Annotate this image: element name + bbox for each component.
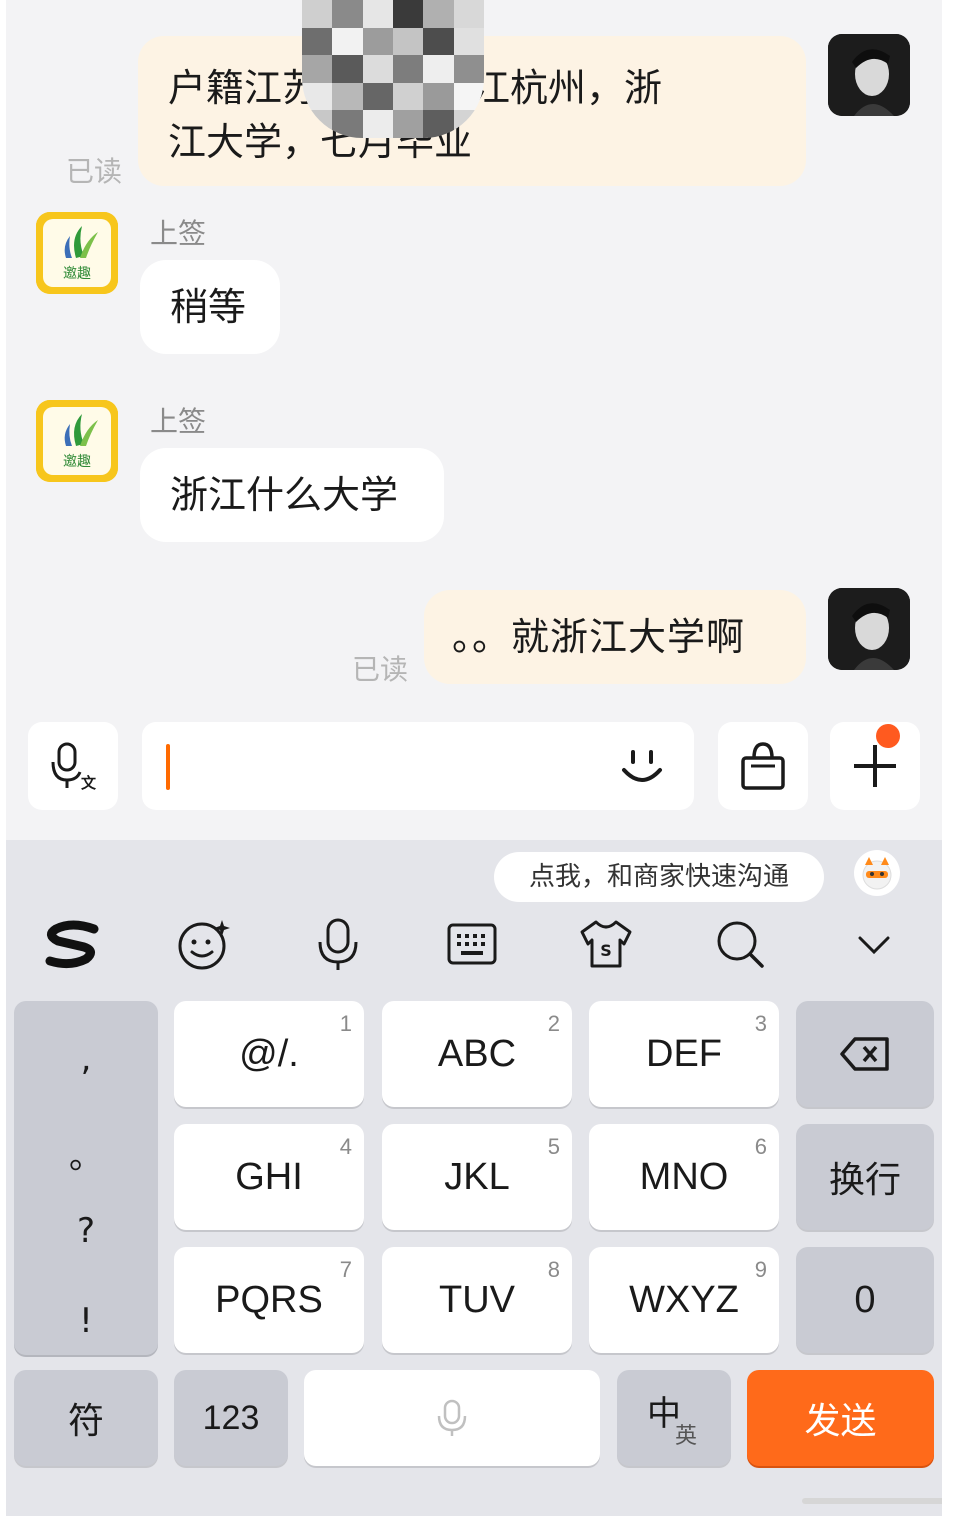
- key-number: 3: [754, 1011, 767, 1036]
- text-caret: [166, 744, 170, 790]
- voice-to-text-button[interactable]: 文: [28, 722, 118, 810]
- key-5[interactable]: JKL 5: [382, 1124, 572, 1230]
- message-bubble-outgoing[interactable]: 。。就浙江大学啊: [424, 590, 806, 684]
- message-text: 浙江什么大学: [170, 473, 399, 517]
- key-1[interactable]: @/. 1: [174, 1001, 364, 1107]
- plus-icon: [854, 745, 896, 787]
- read-status: 已读: [352, 653, 409, 686]
- key-number: 8: [547, 1257, 560, 1282]
- message-bubble-incoming[interactable]: 浙江什么大学: [140, 448, 444, 542]
- numeric-label: 123: [202, 1398, 260, 1437]
- symbols-key[interactable]: 符: [14, 1370, 158, 1466]
- smiley-icon[interactable]: [618, 742, 666, 790]
- key-number: 4: [339, 1134, 352, 1159]
- voice-to-text-icon: 文: [51, 742, 97, 792]
- send-button[interactable]: 发送: [747, 1370, 934, 1466]
- key-2[interactable]: ABC 2: [382, 1001, 572, 1107]
- ime-keyboard: 点我，和商家快速沟通 S , 。 ? ! @/. 1 ABC 2 DEF 3 G…: [6, 840, 942, 1516]
- shopping-bag-icon: [741, 742, 785, 790]
- key-label: GHI: [235, 1155, 303, 1198]
- ime-toolbar: S: [6, 904, 942, 984]
- message-input-bar: 文: [6, 718, 942, 814]
- key-label: @/.: [239, 1032, 299, 1075]
- skin-shirt-icon[interactable]: S: [574, 914, 638, 974]
- lang-sub-label: 英: [675, 1423, 698, 1448]
- svg-text:邀趣: 邀趣: [63, 454, 91, 470]
- sender-name: 上签: [150, 217, 207, 250]
- punctuation-key-column[interactable]: , 。 ? !: [14, 1001, 158, 1355]
- zero-label: 0: [854, 1278, 876, 1321]
- shop-logo-icon: 邀趣: [36, 400, 118, 482]
- key-number: 5: [547, 1134, 560, 1159]
- message-list[interactable]: 户籍江苏，常住浙江杭州，浙 江大学，七月毕业 已读: [6, 0, 942, 705]
- punct-period[interactable]: 。: [14, 1129, 158, 1178]
- microphone-icon: [437, 1399, 467, 1436]
- read-status: 已读: [66, 155, 123, 188]
- message-text-line: 江大学，七月毕业: [168, 120, 473, 164]
- key-9[interactable]: WXYZ 9: [589, 1247, 779, 1353]
- sogou-logo-icon[interactable]: [40, 914, 104, 974]
- shop-avatar[interactable]: 邀趣: [36, 400, 118, 482]
- notification-dot: [876, 724, 900, 748]
- backspace-icon: [840, 1037, 889, 1071]
- space-key[interactable]: [304, 1370, 600, 1466]
- message-text: 。。就浙江大学啊: [452, 615, 746, 659]
- collapse-chevron-icon[interactable]: [842, 914, 906, 974]
- key-label: ABC: [437, 1032, 517, 1075]
- key-number: 6: [754, 1134, 767, 1159]
- portrait-icon: [828, 588, 910, 670]
- key-4[interactable]: GHI 4: [174, 1124, 364, 1230]
- key-label: TUV: [439, 1278, 515, 1321]
- key-label: JKL: [444, 1155, 510, 1198]
- portrait-icon: [828, 34, 910, 116]
- message-input[interactable]: [142, 722, 694, 810]
- home-indicator: [802, 1498, 942, 1504]
- more-actions-button[interactable]: [830, 722, 920, 810]
- search-icon[interactable]: [708, 914, 772, 974]
- punct-comma[interactable]: ,: [14, 1039, 158, 1079]
- backspace-key[interactable]: [796, 1001, 934, 1107]
- zero-key[interactable]: 0: [796, 1247, 934, 1353]
- chat-screen: 户籍江苏，常住浙江杭州，浙 江大学，七月毕业 已读: [6, 0, 942, 1516]
- numeric-key[interactable]: 123: [174, 1370, 288, 1466]
- privacy-mosaic: [302, 0, 484, 138]
- key-number: 9: [754, 1257, 767, 1282]
- key-8[interactable]: TUV 8: [382, 1247, 572, 1353]
- key-3[interactable]: DEF 3: [589, 1001, 779, 1107]
- mascot-icon[interactable]: [854, 850, 900, 896]
- punct-question[interactable]: ?: [14, 1211, 158, 1251]
- symbols-label: 符: [67, 1400, 104, 1441]
- sender-name: 上签: [150, 405, 207, 438]
- svg-text:文: 文: [81, 774, 97, 792]
- key-label: WXYZ: [629, 1278, 739, 1321]
- language-switch-key[interactable]: 中 英: [617, 1370, 731, 1466]
- microphone-icon[interactable]: [306, 914, 370, 974]
- key-number: 1: [339, 1011, 352, 1036]
- shop-avatar[interactable]: 邀趣: [36, 212, 118, 294]
- merchant-chat-tip[interactable]: 点我，和商家快速沟通: [494, 852, 824, 902]
- svg-text:邀趣: 邀趣: [63, 266, 91, 282]
- message-text: 稍等: [170, 285, 247, 329]
- newline-key[interactable]: 换行: [796, 1124, 934, 1230]
- svg-text:S: S: [600, 941, 612, 960]
- key-number: 7: [339, 1257, 352, 1282]
- shop-logo-icon: 邀趣: [36, 212, 118, 294]
- send-label: 发送: [804, 1400, 877, 1441]
- newline-label: 换行: [828, 1159, 901, 1200]
- key-6[interactable]: MNO 6: [589, 1124, 779, 1230]
- user-avatar[interactable]: [828, 34, 910, 116]
- key-7[interactable]: PQRS 7: [174, 1247, 364, 1353]
- user-avatar[interactable]: [828, 588, 910, 670]
- message-bubble-incoming[interactable]: 稍等: [140, 260, 280, 354]
- emoji-face-icon[interactable]: [172, 914, 236, 974]
- key-label: PQRS: [215, 1278, 323, 1321]
- shopping-bag-button[interactable]: [718, 722, 808, 810]
- keyboard-icon[interactable]: [440, 914, 504, 974]
- key-number: 2: [547, 1011, 560, 1036]
- punct-exclamation[interactable]: !: [14, 1301, 158, 1341]
- key-label: MNO: [639, 1155, 729, 1198]
- key-label: DEF: [646, 1032, 722, 1075]
